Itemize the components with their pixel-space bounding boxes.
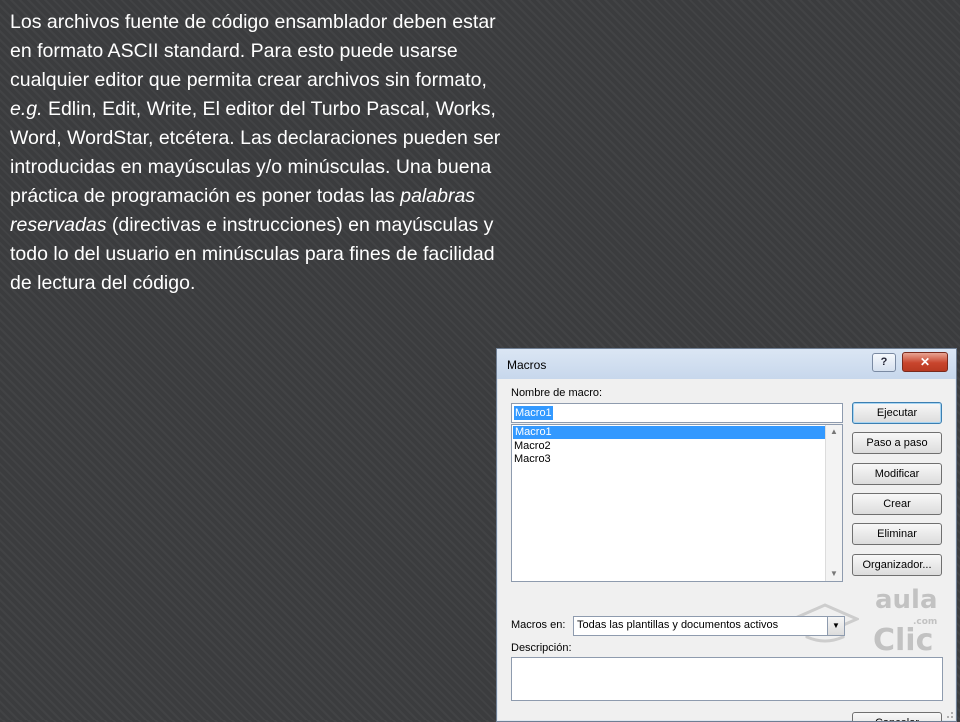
run-button[interactable]: Ejecutar: [852, 402, 942, 424]
macro-name-value: Macro1: [514, 406, 553, 420]
delete-button[interactable]: Eliminar: [852, 523, 942, 545]
dialog-body: Nombre de macro: Macro1 Macro1 Macro2 Ma…: [497, 379, 956, 721]
scroll-up-icon[interactable]: ▲: [826, 425, 842, 439]
dialog-title: Macros: [507, 358, 547, 372]
macro-list-item[interactable]: Macro2: [512, 440, 842, 453]
macro-list-scrollbar[interactable]: ▲ ▼: [825, 425, 842, 581]
description-box: [511, 657, 943, 701]
cancel-button[interactable]: Cancelar: [852, 712, 942, 721]
macros-in-value: Todas las plantillas y documentos activo…: [577, 619, 779, 631]
help-button[interactable]: ?: [872, 353, 896, 372]
macros-in-label: Macros en:: [511, 619, 566, 631]
dropdown-arrow-icon[interactable]: ▼: [827, 617, 844, 635]
dialog-titlebar[interactable]: Macros ? ✕: [497, 349, 956, 379]
macro-name-input[interactable]: Macro1: [511, 403, 843, 423]
close-button[interactable]: ✕: [902, 352, 948, 372]
description-label: Descripción:: [511, 642, 572, 654]
resize-grip-icon[interactable]: [944, 709, 954, 719]
watermark-clic: Clic: [873, 623, 934, 658]
create-button[interactable]: Crear: [852, 493, 942, 515]
macros-in-select[interactable]: Todas las plantillas y documentos activo…: [573, 616, 845, 636]
slide-text-part-1: Los archivos fuente de código ensamblado…: [10, 11, 496, 91]
step-button[interactable]: Paso a paso: [852, 432, 942, 454]
macro-name-label: Nombre de macro:: [511, 387, 603, 399]
organizer-button[interactable]: Organizador...: [852, 554, 942, 576]
macro-list[interactable]: Macro1 Macro2 Macro3 ▲ ▼: [511, 424, 843, 582]
macros-dialog: Macros ? ✕ Nombre de macro: Macro1 Macro…: [496, 348, 957, 722]
macro-list-item[interactable]: Macro1: [513, 426, 841, 439]
macro-list-item[interactable]: Macro3: [512, 453, 842, 466]
slide-body-text: Los archivos fuente de código ensamblado…: [10, 8, 520, 298]
slide-text-eg: e.g.: [10, 98, 43, 120]
watermark-aula: aula: [875, 585, 938, 615]
edit-button[interactable]: Modificar: [852, 463, 942, 485]
